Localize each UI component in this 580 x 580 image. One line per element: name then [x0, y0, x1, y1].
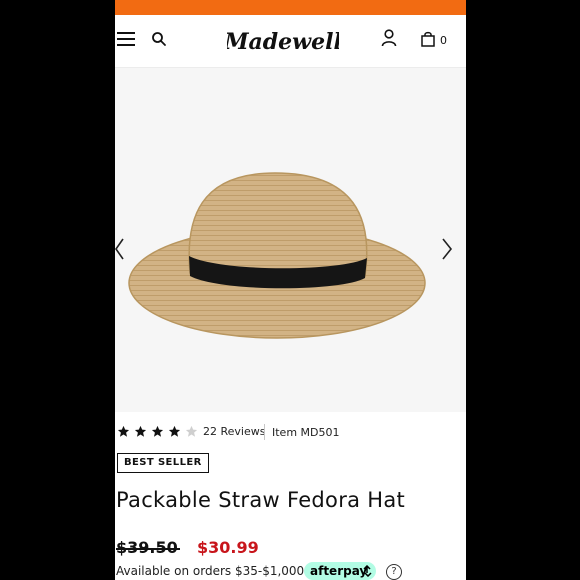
- afterpay-label: afterpay: [310, 564, 368, 578]
- afterpay-loop-icon: [363, 565, 372, 577]
- product-image-carousel[interactable]: [115, 68, 466, 412]
- account-icon[interactable]: [381, 29, 397, 47]
- madewell-logo[interactable]: Madewell: [227, 23, 339, 59]
- afterpay-info-text: Available on orders $35-$1,000 by: [116, 564, 323, 578]
- chevron-right-icon[interactable]: [440, 236, 454, 262]
- search-icon[interactable]: [151, 31, 167, 47]
- cart-count: 0: [440, 34, 447, 47]
- star-icon-filled: [151, 425, 164, 437]
- star-icon-empty: [185, 425, 198, 437]
- chevron-left-icon[interactable]: [115, 236, 129, 262]
- rating-row: 22 Reviews Item MD501: [115, 424, 466, 442]
- best-seller-badge: BEST SELLER: [117, 453, 209, 473]
- product-image-straw-fedora: [128, 172, 426, 339]
- strikethrough-line: [116, 548, 180, 550]
- site-header: Madewell 0: [115, 15, 466, 68]
- product-title: Packable Straw Fedora Hat: [116, 488, 406, 512]
- help-icon[interactable]: ?: [386, 564, 402, 580]
- shopping-bag-icon[interactable]: [421, 31, 435, 47]
- afterpay-badge[interactable]: afterpay: [304, 562, 376, 580]
- star-icon-filled: [134, 425, 147, 437]
- divider: [264, 424, 265, 440]
- star-rating[interactable]: [117, 425, 198, 438]
- promo-bar: [115, 0, 466, 15]
- menu-icon[interactable]: [117, 32, 135, 46]
- sale-price: $30.99: [197, 538, 259, 557]
- reviews-link[interactable]: 22 Reviews: [203, 425, 265, 438]
- svg-text:Madewell: Madewell: [227, 29, 339, 55]
- star-icon-filled: [168, 425, 181, 437]
- star-icon-filled: [117, 425, 130, 437]
- mobile-page: Madewell 0 22 Reviews Item MD501 BEST SE…: [115, 0, 466, 580]
- item-number: Item MD501: [272, 426, 340, 439]
